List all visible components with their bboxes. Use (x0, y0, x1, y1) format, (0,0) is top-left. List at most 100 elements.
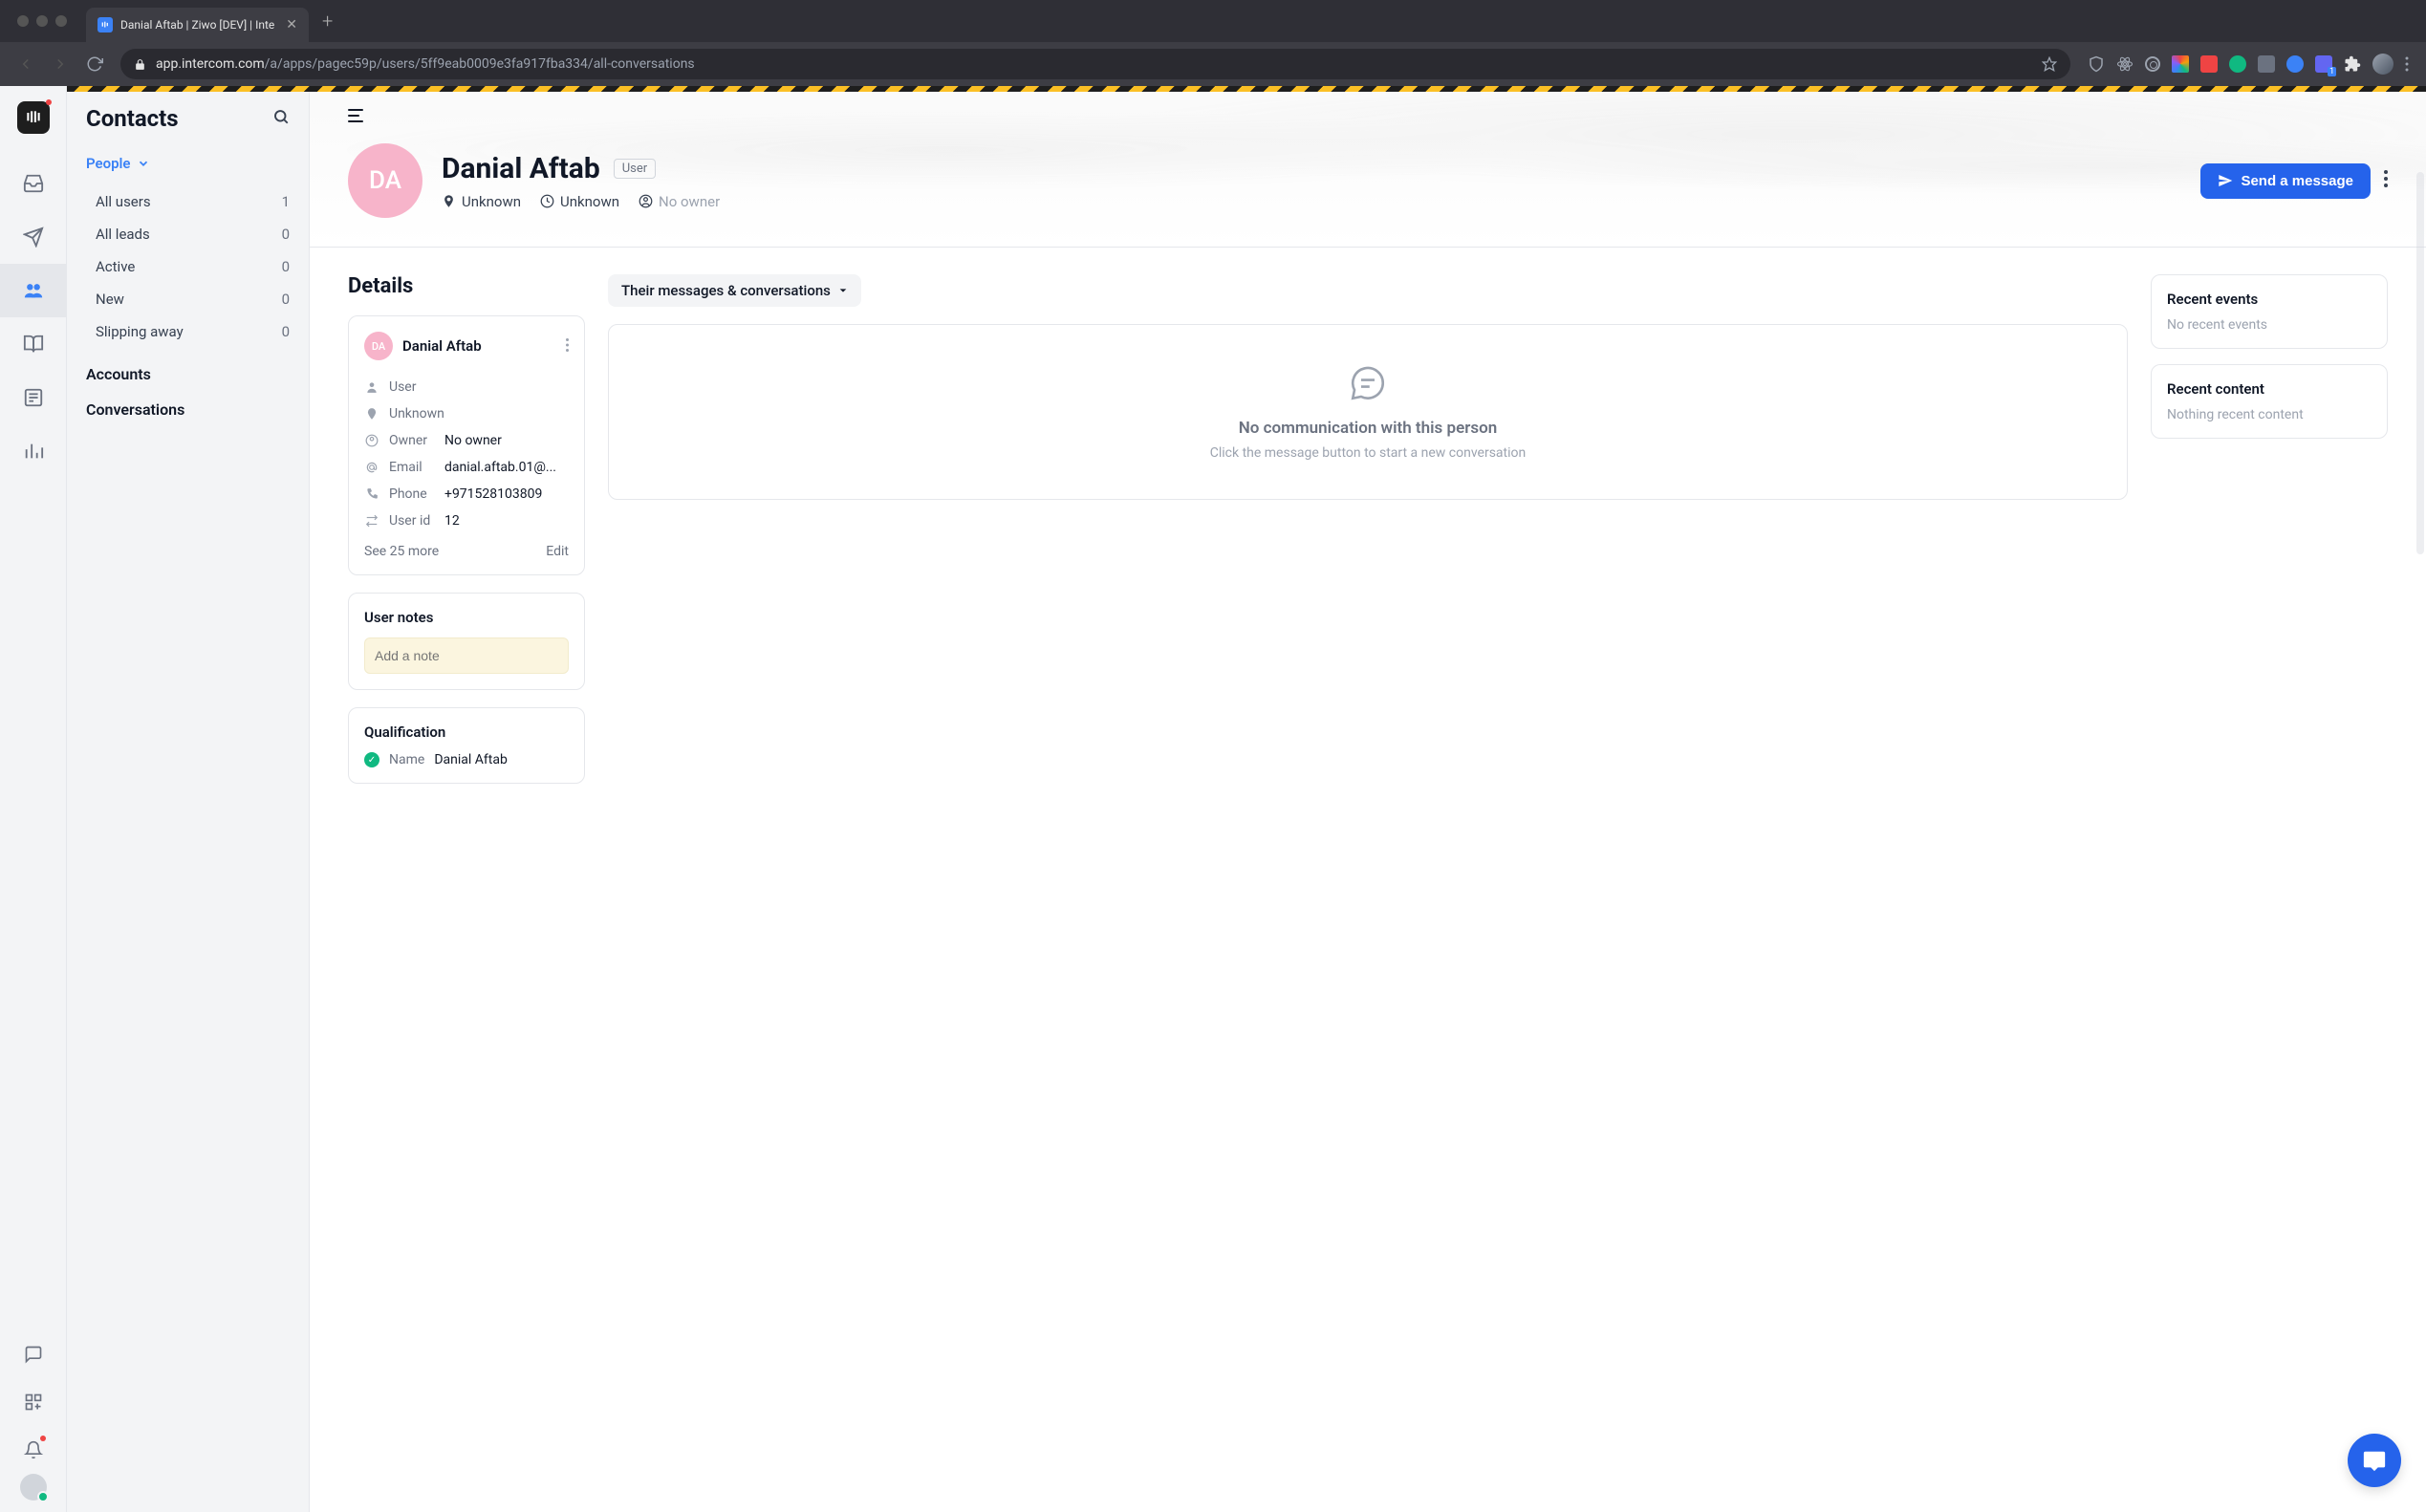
user-name: Danial Aftab (442, 152, 600, 185)
nav-news[interactable] (0, 371, 67, 424)
sidebar-title: Contacts (86, 105, 179, 132)
nav-inbox[interactable] (0, 157, 67, 210)
empty-title: No communication with this person (638, 419, 2098, 438)
bookmark-star-icon[interactable] (2042, 56, 2057, 72)
window-controls (17, 15, 67, 27)
new-tab-button[interactable]: + (322, 10, 333, 32)
clock-icon (540, 194, 554, 208)
user-avatar: DA (348, 143, 422, 218)
pin-icon (442, 194, 456, 208)
url-text: app.intercom.com/a/apps/pagec59p/users/5… (156, 56, 695, 72)
extension-icon[interactable] (2172, 55, 2189, 73)
caret-down-icon (838, 286, 848, 295)
qualification-name: ✓ Name Danial Aftab (364, 752, 569, 767)
sidebar-link-conversations[interactable]: Conversations (86, 400, 290, 419)
notes-card: User notes (348, 593, 585, 690)
user-type-badge: User (614, 159, 656, 179)
close-window-icon[interactable] (17, 15, 29, 27)
details-name: Danial Aftab (402, 337, 556, 355)
see-more-link[interactable]: See 25 more (364, 544, 439, 559)
details-card: DA Danial Aftab User Unknown (348, 315, 585, 575)
minimize-window-icon[interactable] (36, 15, 48, 27)
extension-icon[interactable] (2258, 55, 2275, 73)
sidebar-item-active[interactable]: Active 0 (86, 250, 290, 283)
intercom-chat-fab[interactable] (2348, 1434, 2401, 1487)
send-message-button[interactable]: Send a message (2200, 163, 2371, 199)
atom-icon[interactable] (2116, 55, 2134, 73)
sidebar-item-all-users[interactable]: All users 1 (86, 185, 290, 218)
sidebar-toggle-icon[interactable] (348, 109, 2388, 122)
conversations-empty: No communication with this person Click … (608, 324, 2128, 500)
body-section: Details DA Danial Aftab (310, 248, 2426, 810)
recent-content-empty: Nothing recent content (2167, 407, 2372, 422)
right-column: Recent events No recent events Recent co… (2151, 274, 2388, 784)
sidebar-item-slipping-away[interactable]: Slipping away 0 (86, 315, 290, 348)
nav-user-avatar[interactable] (20, 1474, 47, 1501)
notes-title: User notes (364, 609, 569, 626)
chat-bubble-icon (1348, 363, 1388, 403)
person-icon (364, 380, 379, 394)
browser-tab[interactable]: Danial Aftab | Ziwo [DEV] | Inte ✕ (86, 8, 309, 42)
extension-icon[interactable] (2229, 55, 2246, 73)
nav-apps[interactable] (0, 1378, 67, 1426)
sidebar-item-new[interactable]: New 0 (86, 283, 290, 315)
address-bar[interactable]: app.intercom.com/a/apps/pagec59p/users/5… (120, 49, 2070, 79)
nav-outbound[interactable] (0, 210, 67, 264)
search-icon[interactable] (272, 108, 290, 129)
user-circle-icon (639, 194, 653, 208)
reload-button[interactable] (80, 50, 109, 78)
chevron-down-icon (137, 157, 150, 170)
recent-content-card: Recent content Nothing recent content (2151, 364, 2388, 439)
nav-articles[interactable] (0, 317, 67, 371)
maximize-window-icon[interactable] (55, 15, 67, 27)
user-location: Unknown (442, 193, 521, 210)
main-content: DA Danial Aftab User Unknown Unknown (310, 86, 2426, 1512)
mini-avatar: DA (364, 332, 393, 360)
browser-menu-icon[interactable] (2405, 56, 2409, 72)
shield-icon[interactable] (2088, 55, 2105, 73)
user-hero: DA Danial Aftab User Unknown Unknown (310, 86, 2426, 248)
pin-icon (364, 407, 379, 421)
app-container: Contacts People All users 1 All leads 0 … (0, 86, 2426, 1512)
nav-notifications[interactable] (0, 1426, 67, 1474)
phone-icon (364, 487, 379, 501)
forward-button[interactable] (46, 50, 75, 78)
nav-messages[interactable] (0, 1330, 67, 1378)
intercom-favicon-icon (97, 17, 113, 32)
sidebar-header: Contacts (86, 105, 290, 132)
qualification-card: Qualification ✓ Name Danial Aftab (348, 707, 585, 784)
conversations-column: Their messages & conversations No commun… (608, 274, 2128, 784)
back-button[interactable] (11, 50, 40, 78)
intercom-logo-icon[interactable] (17, 101, 50, 134)
profile-avatar[interactable] (2372, 54, 2394, 75)
tab-bar: Danial Aftab | Ziwo [DEV] | Inte ✕ + (0, 0, 2426, 42)
details-more-icon[interactable] (566, 337, 569, 356)
scrollbar[interactable] (2416, 172, 2424, 554)
close-tab-icon[interactable]: ✕ (286, 17, 297, 32)
lock-icon (134, 58, 146, 71)
conversations-dropdown[interactable]: Their messages & conversations (608, 274, 861, 307)
detail-phone: Phone +971528103809 (364, 481, 569, 508)
extension-icon[interactable] (2286, 55, 2304, 73)
more-actions-icon[interactable] (2384, 169, 2388, 192)
detail-owner: Owner No owner (364, 427, 569, 454)
sidebar-item-all-leads[interactable]: All leads 0 (86, 218, 290, 250)
qualification-title: Qualification (364, 724, 569, 741)
user-time: Unknown (540, 193, 619, 210)
nav-reports[interactable] (0, 424, 67, 478)
details-column: Details DA Danial Aftab (348, 274, 585, 784)
extension-icons (2082, 54, 2415, 75)
extension-icon[interactable] (2200, 55, 2218, 73)
record-icon[interactable] (2145, 56, 2160, 72)
detail-email: Email danial.aftab.01@... (364, 454, 569, 481)
extension-badge-icon[interactable] (2315, 55, 2332, 73)
note-input[interactable] (364, 637, 569, 674)
browser-chrome: Danial Aftab | Ziwo [DEV] | Inte ✕ + app… (0, 0, 2426, 86)
nav-contacts[interactable] (0, 264, 67, 317)
extensions-button[interactable] (2344, 55, 2361, 73)
dev-banner (67, 86, 2426, 92)
edit-link[interactable]: Edit (546, 544, 569, 559)
sidebar-link-accounts[interactable]: Accounts (86, 365, 290, 383)
id-icon (364, 514, 379, 528)
sidebar-section-people[interactable]: People (86, 155, 290, 172)
